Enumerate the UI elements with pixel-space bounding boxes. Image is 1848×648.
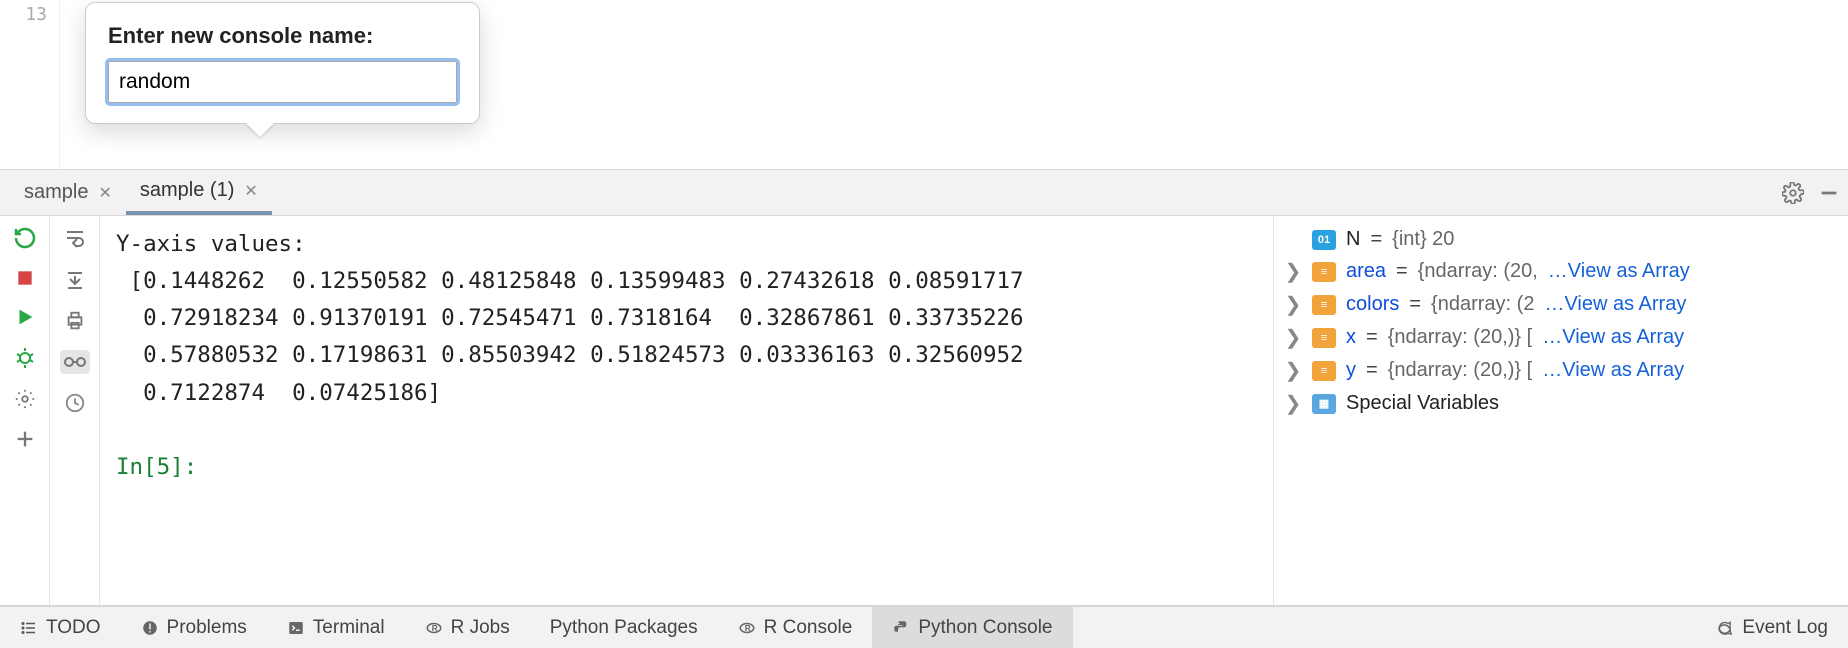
var-name: colors [1346, 293, 1399, 316]
tool-event-log[interactable]: Event Log [1696, 607, 1848, 648]
tool-python-packages[interactable]: Python Packages [530, 607, 718, 648]
var-equals: = [1366, 326, 1378, 349]
tool-r-jobs[interactable]: R R Jobs [405, 607, 530, 648]
view-as-array-link[interactable]: …View as Array [1548, 260, 1690, 283]
int-badge-icon: 01 [1312, 230, 1336, 250]
tool-label: TODO [46, 617, 101, 639]
var-equals: = [1370, 228, 1382, 251]
var-name: N [1346, 228, 1360, 251]
tool-terminal[interactable]: Terminal [267, 607, 405, 648]
variable-row[interactable]: ❯ ≡ y = {ndarray: (20,)} [ …View as Arra… [1278, 354, 1844, 387]
variable-row[interactable]: ❯ ≡ x = {ndarray: (20,)} [ …View as Arra… [1278, 321, 1844, 354]
console-inner-toolbar [50, 216, 100, 605]
print-icon[interactable] [64, 310, 86, 332]
tool-label: Event Log [1742, 617, 1828, 639]
var-value: {ndarray: (20,)} [ [1388, 359, 1533, 382]
tool-todo[interactable]: TODO [0, 607, 121, 648]
tab-label: sample [24, 181, 88, 204]
warning-icon [141, 619, 159, 637]
output-line: [0.1448262 0.12550582 0.48125848 0.13599… [116, 268, 1024, 294]
variable-row[interactable]: 01 N = {int} 20 [1278, 224, 1844, 255]
chevron-right-icon[interactable]: ❯ [1284, 358, 1302, 383]
chevron-right-icon[interactable]: ❯ [1284, 292, 1302, 317]
scroll-to-end-icon[interactable] [63, 268, 87, 292]
add-icon[interactable] [14, 428, 36, 450]
array-badge-icon: ≡ [1312, 328, 1336, 348]
var-equals: = [1396, 260, 1408, 283]
view-as-array-link[interactable]: …View as Array [1544, 293, 1686, 316]
variable-row[interactable]: ❯ ▦ Special Variables [1278, 387, 1844, 420]
var-equals: = [1409, 293, 1421, 316]
console-tab-sample-1[interactable]: sample (1) ✕ [126, 170, 272, 215]
editor-gutter: 13 [0, 0, 60, 169]
view-as-array-link[interactable]: …View as Array [1542, 326, 1684, 349]
tool-label: R Console [764, 617, 853, 639]
history-icon[interactable] [64, 392, 86, 414]
view-as-array-link[interactable]: …View as Array [1542, 359, 1684, 382]
var-value: {ndarray: (20,)} [ [1388, 326, 1533, 349]
svg-text:R: R [744, 624, 750, 633]
minimize-icon[interactable] [1818, 182, 1840, 204]
list-icon [20, 619, 38, 637]
var-name: x [1346, 326, 1356, 349]
r-icon: R [425, 619, 443, 637]
special-badge-icon: ▦ [1312, 394, 1336, 414]
variables-panel: 01 N = {int} 20 ❯ ≡ area = {ndarray: (20… [1273, 216, 1848, 605]
svg-text:R: R [431, 624, 437, 633]
variable-row[interactable]: ❯ ≡ area = {ndarray: (20, …View as Array [1278, 255, 1844, 288]
array-badge-icon: ≡ [1312, 295, 1336, 315]
close-icon[interactable]: ✕ [98, 183, 111, 203]
tool-label: Problems [167, 617, 247, 639]
output-line: 0.7122874 0.07425186] [116, 380, 441, 406]
chevron-right-icon[interactable]: ❯ [1284, 391, 1302, 416]
tool-label: R Jobs [451, 617, 510, 639]
stop-icon[interactable] [15, 268, 35, 288]
chevron-right-icon[interactable]: ❯ [1284, 259, 1302, 284]
chevron-right-icon[interactable]: ❯ [1284, 325, 1302, 350]
tool-label: Python Packages [550, 617, 698, 639]
rename-console-popover: Enter new console name: [85, 2, 480, 124]
output-line: 0.72918234 0.91370191 0.72545471 0.73181… [116, 305, 1024, 331]
popover-tail [246, 123, 274, 137]
console-name-input[interactable] [108, 61, 457, 103]
tool-problems[interactable]: Problems [121, 607, 267, 648]
run-icon[interactable] [14, 306, 36, 328]
output-heading: Y-axis values: [116, 231, 306, 257]
bottom-toolwindow-bar: TODO Problems Terminal R R Jobs Python P… [0, 606, 1848, 648]
console-tab-strip: sample ✕ sample (1) ✕ [0, 170, 1848, 216]
output-line: 0.57880532 0.17198631 0.85503942 0.51824… [116, 342, 1024, 368]
speech-bubble-icon [1716, 619, 1734, 637]
settings-icon[interactable] [14, 388, 36, 410]
terminal-icon [287, 619, 305, 637]
python-icon [892, 619, 910, 637]
tool-python-console[interactable]: Python Console [872, 607, 1072, 648]
soft-wrap-icon[interactable] [63, 226, 87, 250]
tool-label: Terminal [313, 617, 385, 639]
tool-r-console[interactable]: R R Console [718, 607, 873, 648]
var-name: area [1346, 260, 1386, 283]
rerun-icon[interactable] [13, 226, 37, 250]
show-variables-icon[interactable] [60, 350, 90, 374]
var-name: y [1346, 359, 1356, 382]
console-prompt[interactable]: In[5]: [116, 454, 211, 480]
debug-icon[interactable] [13, 346, 37, 370]
var-value: {ndarray: (2 [1431, 293, 1534, 316]
var-value: {ndarray: (20, [1418, 260, 1538, 283]
array-badge-icon: ≡ [1312, 361, 1336, 381]
close-icon[interactable]: ✕ [244, 181, 257, 201]
console-output[interactable]: Y-axis values: [0.1448262 0.12550582 0.4… [100, 216, 1273, 605]
tool-label: Python Console [918, 617, 1052, 639]
var-name: Special Variables [1346, 392, 1499, 415]
console-left-toolbar [0, 216, 50, 605]
tab-label: sample (1) [140, 179, 234, 202]
r-icon: R [738, 619, 756, 637]
popover-label: Enter new console name: [108, 23, 457, 49]
gear-icon[interactable] [1782, 182, 1804, 204]
var-value: {int} 20 [1392, 228, 1454, 251]
var-equals: = [1366, 359, 1378, 382]
array-badge-icon: ≡ [1312, 262, 1336, 282]
variable-row[interactable]: ❯ ≡ colors = {ndarray: (2 …View as Array [1278, 288, 1844, 321]
console-tab-sample[interactable]: sample ✕ [10, 170, 126, 215]
